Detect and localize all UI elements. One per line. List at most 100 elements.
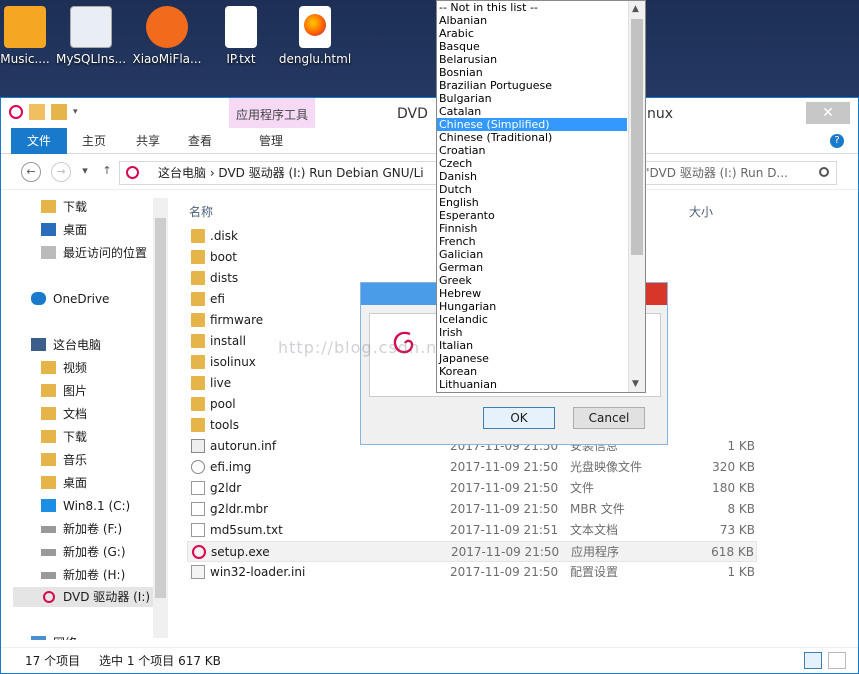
- tab-file[interactable]: 文件: [11, 128, 67, 154]
- language-option[interactable]: -- Not in this list --: [437, 1, 645, 14]
- language-option[interactable]: Brazilian Portuguese: [437, 79, 645, 92]
- status-bar: 17 个项目 选中 1 个项目 617 KB: [1, 647, 858, 673]
- recent-locations-button[interactable]: ▾: [75, 162, 95, 182]
- properties-icon[interactable]: [29, 104, 45, 120]
- close-button[interactable]: ✕: [806, 102, 850, 124]
- column-header-name[interactable]: 名称: [189, 203, 213, 220]
- chevron-down-icon[interactable]: ▾: [73, 104, 89, 120]
- file-row[interactable]: efi.img 2017-11-09 21:50 光盘映像文件 320 KB: [187, 457, 757, 478]
- language-option[interactable]: Catalan: [437, 105, 645, 118]
- folder-icon: [191, 313, 205, 327]
- language-option[interactable]: Dutch: [437, 183, 645, 196]
- file-row[interactable]: win32-loader.ini 2017-11-09 21:50 配置设置 1 KB: [187, 562, 757, 583]
- selection-info: 选中 1 个项目 617 KB: [99, 654, 221, 668]
- navigation-pane: 下载 桌面 最近访问的位置 OneDrive 这台电脑 视频 图片 文档 下载: [1, 195, 169, 640]
- text-file-icon: [225, 6, 257, 48]
- language-option[interactable]: Japanese: [437, 352, 645, 365]
- scroll-up-icon[interactable]: ▲: [632, 4, 639, 14]
- language-option[interactable]: Albanian: [437, 14, 645, 27]
- large-icons-view-icon[interactable]: [828, 652, 846, 669]
- desktop-icon: [41, 223, 56, 236]
- language-option[interactable]: French: [437, 235, 645, 248]
- navigation-bar: ← → ▾ ↑ 这台电脑 › DVD 驱动器 (I:) Run Debian G…: [1, 154, 858, 190]
- language-option[interactable]: Galician: [437, 248, 645, 261]
- folder-icon: [191, 292, 205, 306]
- language-dropdown-list[interactable]: -- Not in this list -- Albanian Arabic Basq…: [436, 0, 646, 393]
- language-option[interactable]: Chinese (Traditional): [437, 131, 645, 144]
- folder-icon: [191, 334, 205, 348]
- language-option[interactable]: Bulgarian: [437, 92, 645, 105]
- file-row[interactable]: g2ldr 2017-11-09 21:50 文件 180 KB: [187, 478, 757, 499]
- language-option[interactable]: Basque: [437, 40, 645, 53]
- language-option[interactable]: Chinese (Simplified): [437, 118, 627, 131]
- debian-icon: [9, 105, 23, 119]
- debian-icon: [126, 166, 139, 179]
- item-count: 17 个项目: [25, 654, 81, 668]
- folder-icon: [191, 418, 205, 432]
- language-option[interactable]: Lithuanian: [437, 378, 645, 391]
- documents-icon: [41, 407, 56, 420]
- up-button[interactable]: ↑: [97, 162, 117, 182]
- file-row[interactable]: g2ldr.mbr 2017-11-09 21:50 MBR 文件 8 KB: [187, 499, 757, 520]
- language-option[interactable]: Icelandic: [437, 313, 645, 326]
- ribbon-tabs: 文件 主页 共享 查看 管理 ?: [1, 128, 858, 154]
- file-row-selected[interactable]: setup.exe 2017-11-09 21:50 应用程序 618 KB: [187, 541, 757, 562]
- language-option[interactable]: Belarusian: [437, 53, 645, 66]
- debian-dvd-icon: [43, 591, 55, 603]
- back-button[interactable]: ←: [21, 162, 41, 182]
- details-view-icon[interactable]: [804, 652, 822, 669]
- sidebar-item-dvd[interactable]: DVD 驱动器 (I:): [13, 587, 153, 607]
- windows-drive-icon: [41, 499, 56, 512]
- drive-icon: [41, 572, 56, 579]
- xiaomi-flash-icon: [146, 6, 188, 48]
- help-icon[interactable]: ?: [830, 134, 844, 148]
- language-option[interactable]: German: [437, 261, 645, 274]
- tab-home[interactable]: 主页: [71, 128, 117, 154]
- tab-application-tools[interactable]: 应用程序工具: [229, 98, 315, 128]
- search-icon: [819, 167, 829, 177]
- scrollbar-thumb[interactable]: [631, 19, 643, 255]
- language-option[interactable]: Esperanto: [437, 209, 645, 222]
- tab-share[interactable]: 共享: [125, 128, 171, 154]
- column-header-size[interactable]: 大小: [689, 203, 713, 220]
- scrollbar-thumb[interactable]: [155, 218, 166, 598]
- language-option[interactable]: Bosnian: [437, 66, 645, 79]
- debian-exe-icon: [192, 545, 206, 559]
- videos-icon: [41, 361, 56, 374]
- file-icon: [191, 481, 205, 495]
- language-option[interactable]: Hebrew: [437, 287, 645, 300]
- language-option[interactable]: Hungarian: [437, 300, 645, 313]
- forward-button[interactable]: →: [51, 162, 71, 182]
- downloads-icon: [41, 430, 56, 443]
- folder-icon: [191, 250, 205, 264]
- disc-image-icon: [191, 460, 205, 474]
- quick-access-toolbar: ▾: [9, 104, 89, 120]
- pictures-icon: [41, 384, 56, 397]
- file-row[interactable]: md5sum.txt 2017-11-09 21:51 文本文档 73 KB: [187, 520, 757, 541]
- language-option[interactable]: Greek: [437, 274, 645, 287]
- ok-button[interactable]: OK: [483, 407, 555, 429]
- folder-icon: [191, 271, 205, 285]
- language-option[interactable]: Irish: [437, 326, 645, 339]
- tab-view[interactable]: 查看: [177, 128, 223, 154]
- language-option[interactable]: Arabic: [437, 27, 645, 40]
- tab-manage[interactable]: 管理: [247, 128, 295, 154]
- language-option[interactable]: Czech: [437, 157, 645, 170]
- drive-icon: [41, 526, 56, 533]
- sidebar-scrollbar[interactable]: [153, 198, 168, 638]
- cancel-button[interactable]: Cancel: [573, 407, 645, 429]
- scroll-down-icon[interactable]: ▼: [632, 379, 639, 389]
- language-option[interactable]: Croatian: [437, 144, 645, 157]
- language-option[interactable]: Finnish: [437, 222, 645, 235]
- new-folder-icon[interactable]: [51, 104, 67, 120]
- language-option[interactable]: Italian: [437, 339, 645, 352]
- title-bar: ▾ 应用程序工具 DVD nux ✕: [1, 98, 858, 128]
- language-option[interactable]: Danish: [437, 170, 645, 183]
- language-list-scrollbar[interactable]: ▲ ▼: [628, 1, 645, 392]
- language-option[interactable]: Korean: [437, 365, 645, 378]
- firefox-html-icon: [299, 6, 331, 48]
- language-option[interactable]: English: [437, 196, 645, 209]
- desktop-icon-denglu[interactable]: denglu.html: [272, 6, 358, 66]
- desktop-icon-mysql[interactable]: MySQLIns...: [48, 6, 134, 66]
- text-file-icon: [191, 523, 205, 537]
